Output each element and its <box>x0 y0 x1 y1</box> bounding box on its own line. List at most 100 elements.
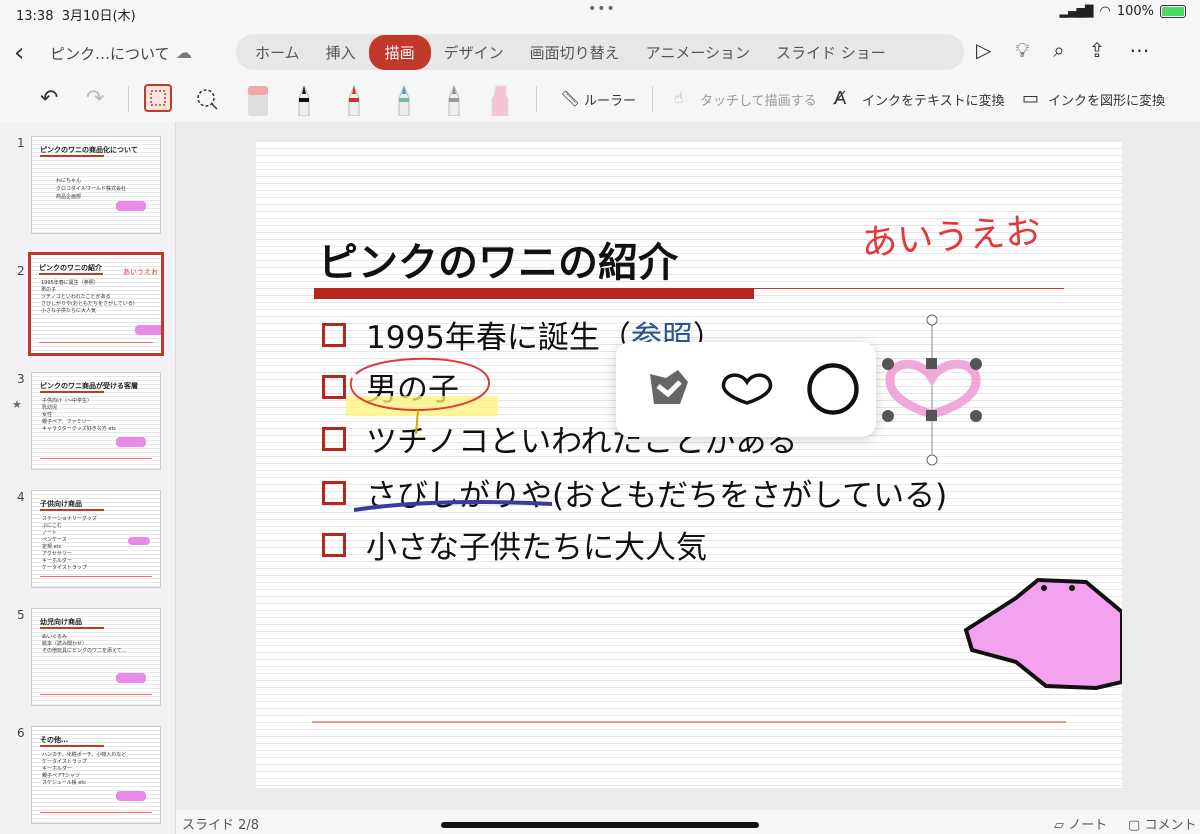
heart-shape-icon <box>721 373 773 405</box>
undo-icon[interactable]: ↶ <box>40 86 58 111</box>
thumbnail-title-bar <box>39 273 103 275</box>
multitask-dots[interactable]: ••• <box>588 1 616 17</box>
touch-draw-icon[interactable]: ☝ <box>674 88 684 107</box>
slide-indicator: スライド 2/8 <box>182 818 260 833</box>
divider <box>652 86 653 112</box>
status-time: 13:38 3月10日(木) <box>16 9 136 24</box>
document-title[interactable]: ピンク…について <box>50 43 170 64</box>
wifi-icon: ◠ <box>1099 4 1111 19</box>
thumbnail-line: その他玩具にピンクのワニを添えて… <box>42 648 127 654</box>
ink-to-shape-button[interactable]: インクを図形に変換 <box>1048 90 1165 109</box>
lightbulb-icon[interactable]: 💡︎ <box>1015 38 1029 62</box>
highlighter-pink-icon[interactable] <box>490 84 510 116</box>
thumbnail-title: ピンクのワニの商品化について <box>40 146 138 154</box>
tab-2[interactable]: 描画 <box>368 34 431 70</box>
thumbnail-title: 子供向け商品 <box>40 500 82 508</box>
redo-icon[interactable]: ↷ <box>86 86 104 111</box>
ink-to-text-icon[interactable]: A̸ <box>834 88 846 109</box>
ruler-icon[interactable]: 📏︎ <box>560 89 580 108</box>
selected-heart-ink[interactable] <box>882 314 982 466</box>
share-icon[interactable]: ⇪ <box>1089 38 1106 62</box>
thumbnail-line: わにちゃん <box>56 178 82 184</box>
home-indicator[interactable] <box>441 822 759 828</box>
thumbnail-number: 6 <box>17 726 25 740</box>
slide-thumbnail-6[interactable]: その他… ハンカチ、化粧ポーチ、小物入れなど ケータイストラップ キーホルダー 親子ペア… <box>31 726 161 824</box>
cloud-sync-icon[interactable]: ☁ <box>176 43 192 62</box>
thumbnail-title: 幼児向け商品 <box>40 618 82 626</box>
more-icon[interactable]: ⋯ <box>1129 38 1149 62</box>
thumbnail-footer-line <box>40 458 152 459</box>
thumbnail-title-bar <box>40 391 104 393</box>
shape-option-original[interactable] <box>642 364 696 414</box>
touch-draw-button[interactable]: タッチして描画する <box>700 90 817 109</box>
main-slide[interactable]: ピンクのワニの紹介 あいうえお 1995年春に誕生（ 参照） 男の子 ツチノコとい… <box>256 142 1122 788</box>
shape-option-heart[interactable] <box>720 364 774 414</box>
thumbnail-line: ノート <box>42 530 58 536</box>
thumbnail-line: ハンカチ、化粧ポーチ、小物入れなど <box>42 752 127 758</box>
slide-thumbnail-1[interactable]: ピンクのワニの商品化について わにちゃん クロコダイルワールド株式会社 商品企画部 <box>31 136 161 234</box>
pen-red-icon[interactable] <box>346 84 362 116</box>
slide-thumbnail-5[interactable]: 幼児向け商品 ぬいぐるみ 絵本（読み聞かせ） その他玩具にピンクのワニを添えて… <box>31 608 161 706</box>
search-icon[interactable]: ⌕ <box>1053 38 1064 62</box>
divider <box>536 86 537 112</box>
comments-button[interactable]: ▢ コメント <box>1128 814 1196 833</box>
thumbnail-footer-line <box>40 812 152 813</box>
battery-percent: 100% <box>1116 4 1154 19</box>
thumbnail-title: その他… <box>40 736 68 744</box>
pink-crocodile-drawing[interactable] <box>963 577 1122 691</box>
tab-6[interactable]: スライド ショー <box>763 36 899 69</box>
star-icon: ★ <box>12 398 22 411</box>
thumbnail-line: 商品企画部 <box>56 194 82 200</box>
thumbnail-title: ピンクのワニの紹介 <box>39 264 102 272</box>
galaxy-ink-stroke[interactable] <box>353 500 553 512</box>
thumbnail-annotation: あいうえお <box>123 268 158 276</box>
thumbnail-line: ぬいぐるみ <box>42 634 67 640</box>
tab-4[interactable]: 画面切り替え <box>517 36 633 69</box>
thumbnail-line: ステーショナリーグッズ <box>42 516 97 522</box>
thumbnail-line: 男の子 <box>41 287 57 293</box>
thumbnail-line: 乳幼児 <box>42 405 58 411</box>
thumbnail-crocodile <box>135 325 161 335</box>
thumbnail-title-bar <box>40 745 104 747</box>
pencil-gray-icon[interactable] <box>446 84 462 116</box>
select-objects-icon[interactable] <box>144 84 172 112</box>
slide-thumbnail-2[interactable]: ピンクのワニの紹介 1995年春に誕生（参照） 男の子 ツチノコといわれたことがあるさ… <box>28 252 164 356</box>
thumbnail-footer-line <box>40 694 152 695</box>
ruler-button[interactable]: ルーラー <box>584 90 636 109</box>
thumbnail-number: 2 <box>17 264 25 278</box>
play-icon[interactable]: ▷ <box>976 38 991 62</box>
eraser-icon[interactable] <box>246 84 270 116</box>
pen-galaxy-icon[interactable] <box>396 84 412 116</box>
back-icon[interactable]: ‹ <box>14 38 24 68</box>
status-bar: 13:38 3月10日(木) ••• ▂▄▆█ ◠ 100% <box>0 0 1200 26</box>
thumbnail-footer-line <box>39 342 153 343</box>
thumbnail-crocodile <box>116 673 146 683</box>
divider <box>128 86 129 112</box>
tab-0[interactable]: ホーム <box>242 36 313 69</box>
slide-thumbnail-4[interactable]: 子供向け商品 ステーショナリーグッズ ぷにこむ ノート ペンケース 定規 etc アクセサリ… <box>31 490 161 588</box>
note-icon: ▱ <box>1054 818 1064 833</box>
thumbnail-line: スケジュール帳 etc <box>42 780 87 786</box>
thumbnail-line: さびしがりや(おともだちをさがしている) <box>41 301 135 307</box>
tab-3[interactable]: デザイン <box>431 36 517 69</box>
tab-5[interactable]: アニメーション <box>633 36 763 69</box>
thumbnail-line: 親子ペア、ファミリー <box>42 419 92 425</box>
thumbnail-title-bar <box>40 627 104 629</box>
signal-icon: ▂▄▆█ <box>1059 5 1094 18</box>
ink-to-shape-icon[interactable]: ▭ <box>1022 88 1039 109</box>
thumbnail-crocodile <box>116 791 146 801</box>
notes-button[interactable]: ▱ ノート <box>1054 814 1107 833</box>
tab-1[interactable]: 挿入 <box>313 36 369 69</box>
ink-to-text-button[interactable]: インクをテキストに変換 <box>862 90 1005 109</box>
thumbnail-line: 女性 <box>42 412 53 418</box>
slide-thumbnail-3[interactable]: ピンクのワニ商品が受ける客層 子供向け（～中学生） 乳幼児 女性 親子ペア、ファミリーキ… <box>31 372 161 470</box>
thumbnail-line: ツチノコといわれたことがある <box>41 294 111 300</box>
thumbnail-footer-line <box>40 576 152 577</box>
shape-option-circle[interactable] <box>806 363 860 415</box>
ribbon-tabs: ホーム 挿入 描画 デザイン 画面切り替え アニメーション スライド ショー <box>236 34 964 70</box>
lasso-select-icon[interactable] <box>194 86 220 116</box>
thumbnail-line: 1995年春に誕生（参照） <box>41 280 99 286</box>
thumbnail-number: 4 <box>17 490 25 504</box>
pen-black-icon[interactable] <box>296 84 312 116</box>
comment-icon: ▢ <box>1128 818 1141 833</box>
